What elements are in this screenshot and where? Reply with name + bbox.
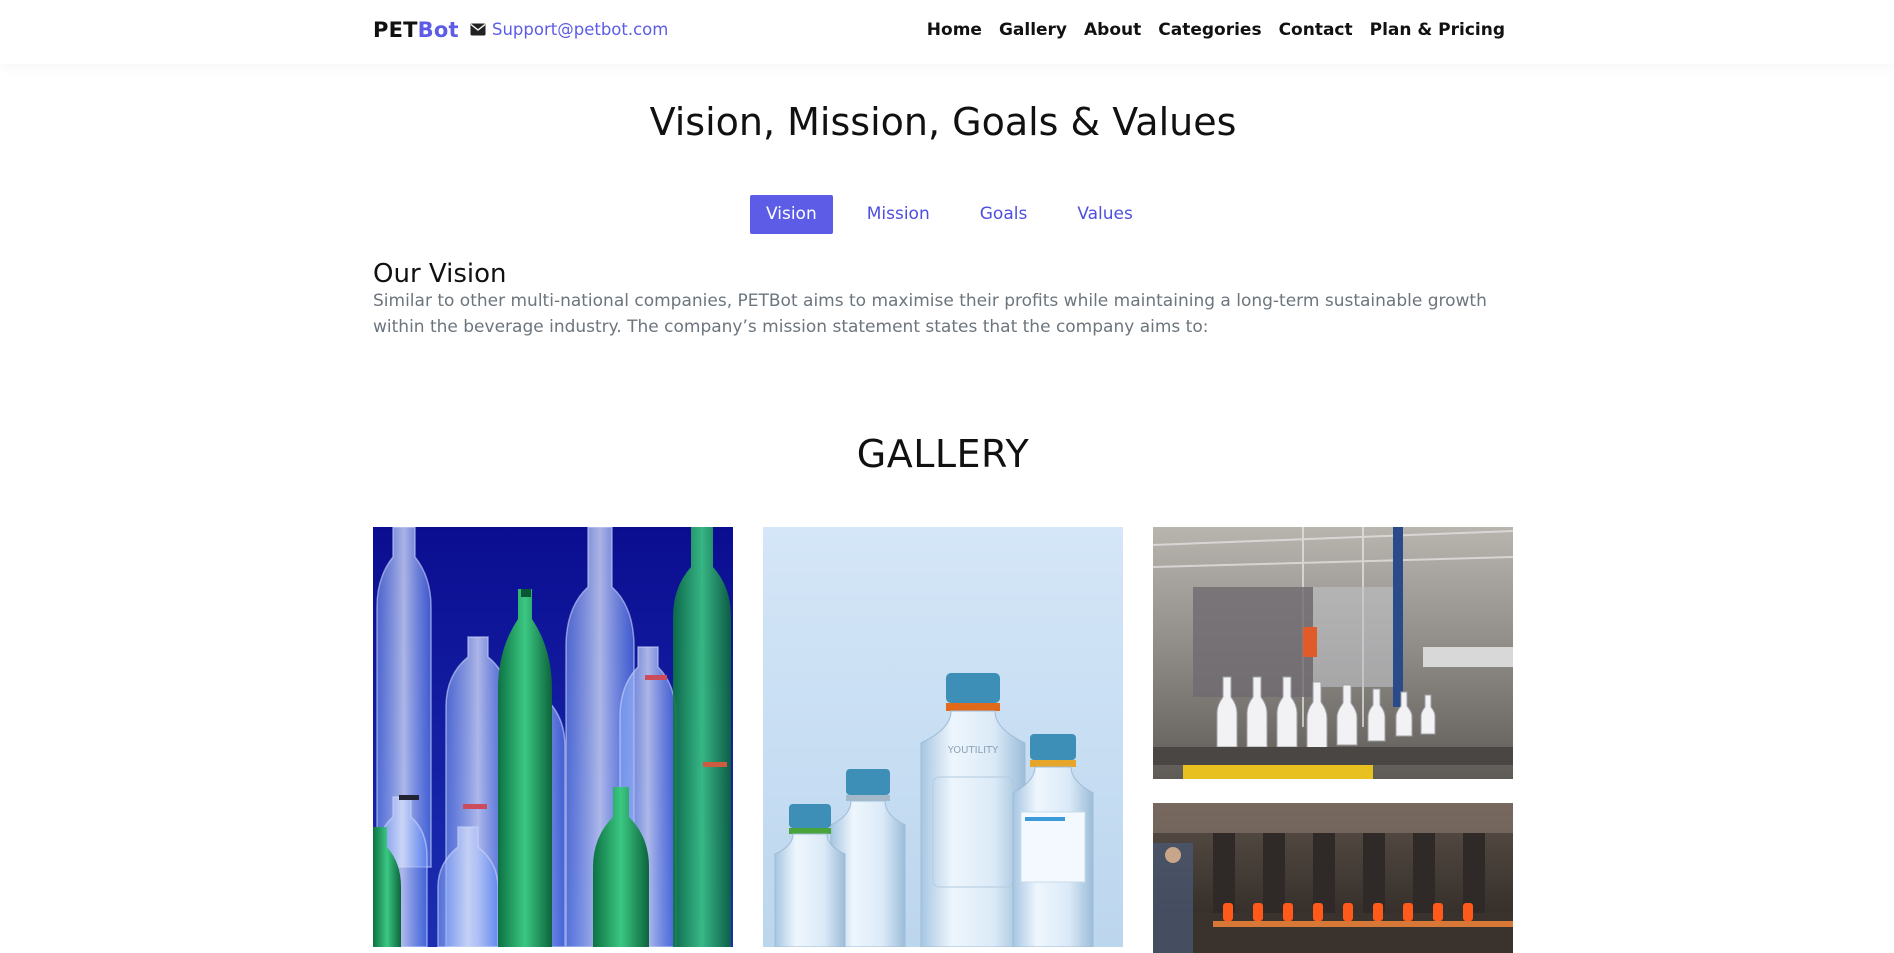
tab-mission[interactable]: Mission [851,195,946,234]
gallery-title: GALLERY [856,432,1030,476]
youtility-label: YOUTILITY [947,745,999,756]
vision-section-title: Vision, Mission, Goals & Values [649,100,1237,144]
gallery-image-furnace-line[interactable] [1153,803,1513,953]
gallery-image-bottling-line[interactable] [1153,527,1513,779]
tab-goals[interactable]: Goals [964,195,1044,234]
support-email-link[interactable]: Support@petbot.com [470,20,668,39]
brand-prefix: PET [373,18,418,42]
nav-plan-pricing[interactable]: Plan & Pricing [1370,20,1505,40]
nav-about[interactable]: About [1084,20,1141,40]
nav-home[interactable]: Home [927,20,982,40]
vision-heading: Our Vision [373,259,507,289]
nav-categories[interactable]: Categories [1158,20,1261,40]
envelope-icon [470,23,486,36]
top-navbar: PETBot Support@petbot.com Home Gallery A… [0,0,1894,64]
vision-text: Similar to other multi-national companie… [373,291,1487,337]
brand-logo[interactable]: PETBot [373,18,459,42]
tab-values[interactable]: Values [1061,195,1149,234]
support-email: Support@petbot.com [492,20,669,39]
nav-contact[interactable]: Contact [1279,20,1353,40]
nav-menu: Home Gallery About Categories Contact Pl… [910,20,1505,40]
tab-vision[interactable]: Vision [750,195,833,234]
gallery-image-plastic-bottles[interactable] [373,527,733,947]
gallery-image-glass-bottles[interactable]: YOUTILITY [763,527,1123,947]
vision-tabs: Vision Mission Goals Values [750,195,1167,234]
brand-accent: Bot [417,18,459,42]
nav-gallery[interactable]: Gallery [999,20,1067,40]
